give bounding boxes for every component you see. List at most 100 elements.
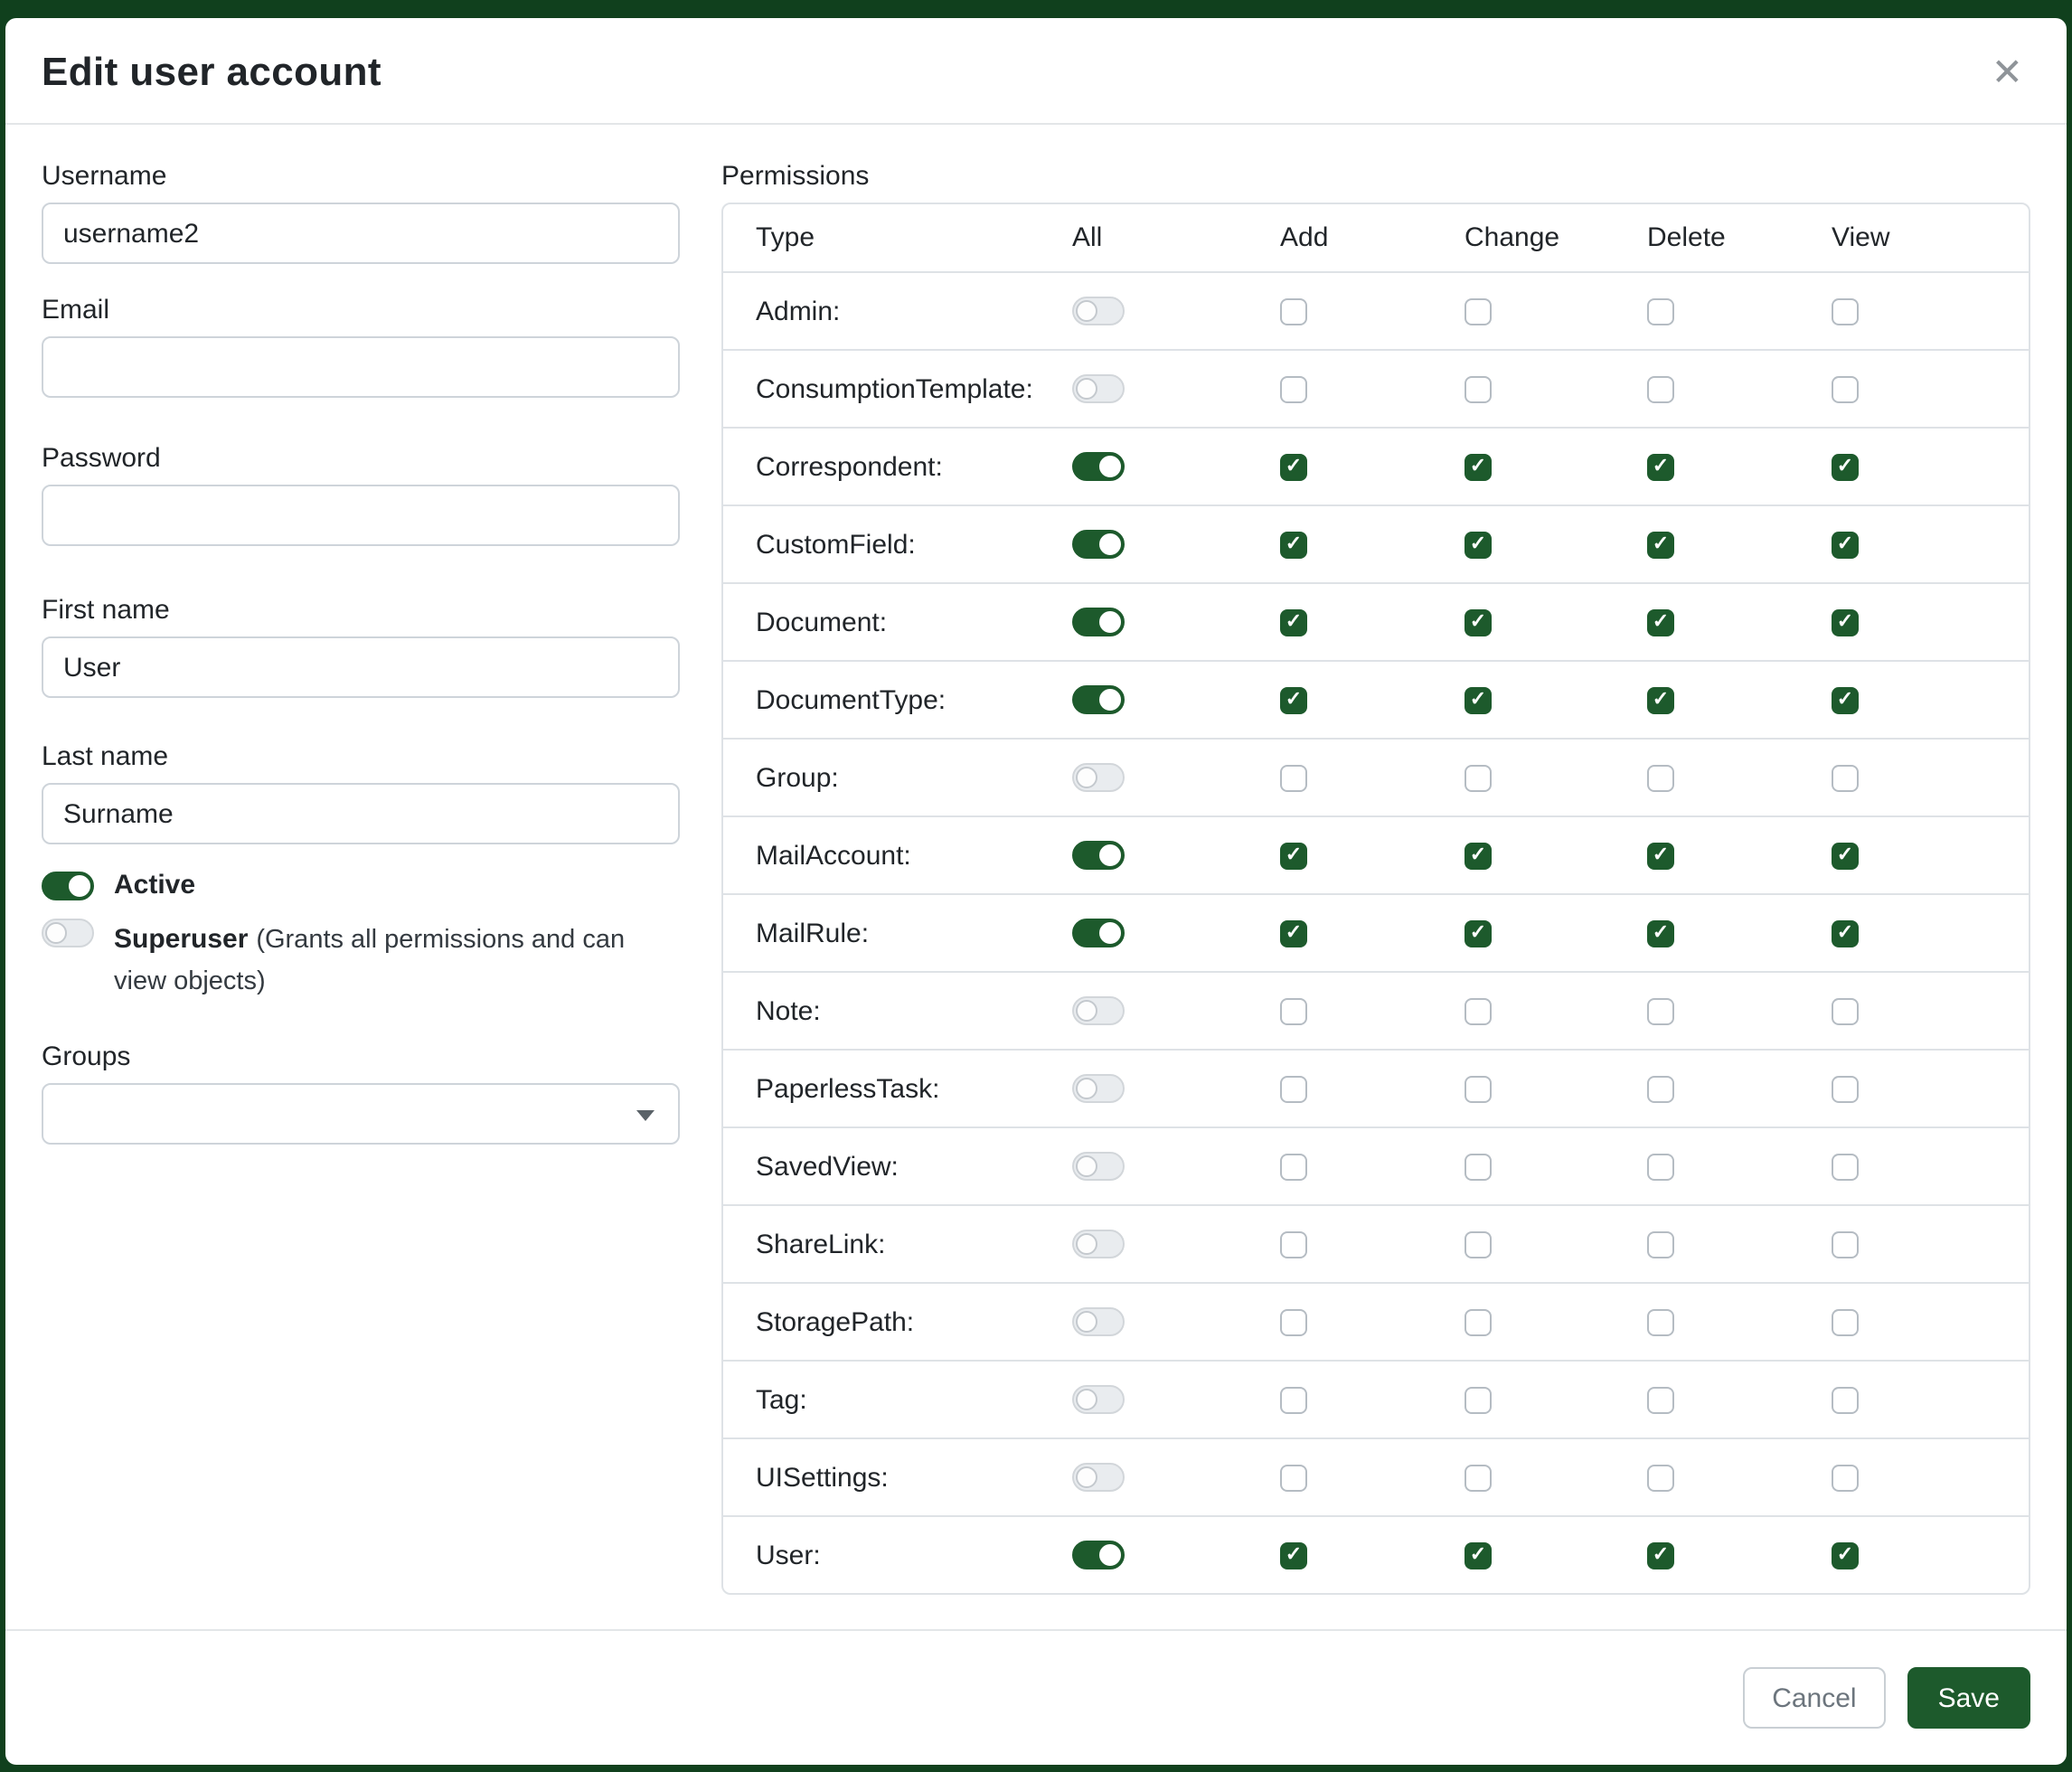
permission-all-toggle[interactable] (1072, 374, 1125, 403)
permission-view-checkbox[interactable] (1832, 1386, 1859, 1413)
permission-add-checkbox[interactable] (1280, 1230, 1307, 1258)
permission-change-checkbox[interactable] (1465, 1541, 1492, 1569)
permission-delete-checkbox[interactable] (1647, 997, 1674, 1024)
permission-delete-checkbox[interactable] (1647, 1075, 1674, 1102)
permission-change-checkbox[interactable] (1465, 1230, 1492, 1258)
close-icon[interactable] (1988, 50, 2027, 95)
permission-delete-checkbox[interactable] (1647, 1153, 1674, 1180)
last-name-input[interactable] (42, 783, 680, 844)
permission-view-checkbox[interactable] (1832, 1153, 1859, 1180)
permission-all-toggle[interactable] (1072, 297, 1125, 325)
permission-all-toggle[interactable] (1072, 1074, 1125, 1103)
active-toggle[interactable] (42, 871, 94, 900)
permission-all-toggle[interactable] (1072, 608, 1125, 636)
permission-all-toggle[interactable] (1072, 1230, 1125, 1258)
permission-change-checkbox[interactable] (1465, 1464, 1492, 1491)
permission-all-toggle[interactable] (1072, 685, 1125, 714)
permission-delete-checkbox[interactable] (1647, 1464, 1674, 1491)
permission-delete-checkbox[interactable] (1647, 1541, 1674, 1569)
permission-change-checkbox[interactable] (1465, 919, 1492, 947)
permission-delete-checkbox[interactable] (1647, 1308, 1674, 1335)
permission-add-checkbox[interactable] (1280, 997, 1307, 1024)
username-input[interactable] (42, 203, 680, 264)
permission-all-toggle[interactable] (1072, 841, 1125, 870)
permission-view-checkbox[interactable] (1832, 297, 1859, 325)
permission-all-toggle[interactable] (1072, 919, 1125, 947)
permission-add-checkbox[interactable] (1280, 686, 1307, 713)
permission-view-checkbox[interactable] (1832, 531, 1859, 558)
permission-add-checkbox[interactable] (1280, 842, 1307, 869)
permission-delete-checkbox[interactable] (1647, 531, 1674, 558)
permission-add-checkbox[interactable] (1280, 375, 1307, 402)
permission-all-toggle[interactable] (1072, 1307, 1125, 1336)
permission-view-checkbox[interactable] (1832, 453, 1859, 480)
permission-view-checkbox[interactable] (1832, 919, 1859, 947)
first-name-input[interactable] (42, 636, 680, 698)
permission-all-toggle[interactable] (1072, 1152, 1125, 1181)
permission-add-checkbox[interactable] (1280, 1541, 1307, 1569)
permission-add-checkbox[interactable] (1280, 608, 1307, 636)
permission-add-checkbox[interactable] (1280, 1464, 1307, 1491)
cancel-button[interactable]: Cancel (1743, 1667, 1885, 1729)
permission-change-checkbox[interactable] (1465, 608, 1492, 636)
permission-all-toggle[interactable] (1072, 1541, 1125, 1569)
permission-all-toggle[interactable] (1072, 996, 1125, 1025)
col-header-all: All (1072, 222, 1280, 253)
permission-change-checkbox[interactable] (1465, 375, 1492, 402)
permission-change-checkbox[interactable] (1465, 297, 1492, 325)
permission-view-checkbox[interactable] (1832, 1230, 1859, 1258)
permission-change-checkbox[interactable] (1465, 842, 1492, 869)
permission-view-checkbox[interactable] (1832, 1464, 1859, 1491)
permission-add-checkbox[interactable] (1280, 531, 1307, 558)
permission-all-toggle[interactable] (1072, 452, 1125, 481)
permission-change-checkbox[interactable] (1465, 1308, 1492, 1335)
permission-change-checkbox[interactable] (1465, 453, 1492, 480)
permission-change-checkbox[interactable] (1465, 1075, 1492, 1102)
permission-add-checkbox[interactable] (1280, 1308, 1307, 1335)
permission-change-checkbox[interactable] (1465, 764, 1492, 791)
permission-change-checkbox[interactable] (1465, 1386, 1492, 1413)
permission-view-checkbox[interactable] (1832, 686, 1859, 713)
permission-all-toggle[interactable] (1072, 530, 1125, 559)
permission-view-checkbox[interactable] (1832, 1308, 1859, 1335)
permission-delete-checkbox[interactable] (1647, 764, 1674, 791)
permission-all-toggle[interactable] (1072, 1385, 1125, 1414)
permission-view-checkbox[interactable] (1832, 608, 1859, 636)
permission-delete-checkbox[interactable] (1647, 919, 1674, 947)
permission-delete-checkbox[interactable] (1647, 297, 1674, 325)
permission-view-checkbox[interactable] (1832, 842, 1859, 869)
permission-delete-checkbox[interactable] (1647, 1230, 1674, 1258)
permission-delete-checkbox[interactable] (1647, 375, 1674, 402)
permission-view-checkbox[interactable] (1832, 1075, 1859, 1102)
permission-view-checkbox[interactable] (1832, 1541, 1859, 1569)
password-input[interactable] (42, 485, 680, 546)
permission-delete-checkbox[interactable] (1647, 842, 1674, 869)
permission-change-checkbox[interactable] (1465, 531, 1492, 558)
permission-change-checkbox[interactable] (1465, 1153, 1492, 1180)
password-label: Password (42, 443, 680, 474)
permission-delete-checkbox[interactable] (1647, 453, 1674, 480)
permission-view-checkbox[interactable] (1832, 764, 1859, 791)
superuser-toggle[interactable] (42, 919, 94, 947)
groups-select[interactable] (42, 1084, 680, 1145)
permission-all-toggle[interactable] (1072, 763, 1125, 792)
permission-change-checkbox[interactable] (1465, 686, 1492, 713)
modal-title: Edit user account (42, 49, 381, 96)
permission-change-checkbox[interactable] (1465, 997, 1492, 1024)
permission-add-checkbox[interactable] (1280, 1075, 1307, 1102)
permission-delete-checkbox[interactable] (1647, 1386, 1674, 1413)
permission-all-toggle[interactable] (1072, 1463, 1125, 1492)
permission-view-checkbox[interactable] (1832, 375, 1859, 402)
permission-add-checkbox[interactable] (1280, 1153, 1307, 1180)
permission-delete-checkbox[interactable] (1647, 608, 1674, 636)
permission-add-checkbox[interactable] (1280, 919, 1307, 947)
email-input[interactable] (42, 336, 680, 398)
permission-add-checkbox[interactable] (1280, 764, 1307, 791)
save-button[interactable]: Save (1907, 1667, 2030, 1729)
permissions-section: Permissions Type All Add Change Delete V… (721, 161, 2030, 1593)
permission-view-checkbox[interactable] (1832, 997, 1859, 1024)
permission-add-checkbox[interactable] (1280, 453, 1307, 480)
permission-delete-checkbox[interactable] (1647, 686, 1674, 713)
permission-add-checkbox[interactable] (1280, 297, 1307, 325)
permission-add-checkbox[interactable] (1280, 1386, 1307, 1413)
